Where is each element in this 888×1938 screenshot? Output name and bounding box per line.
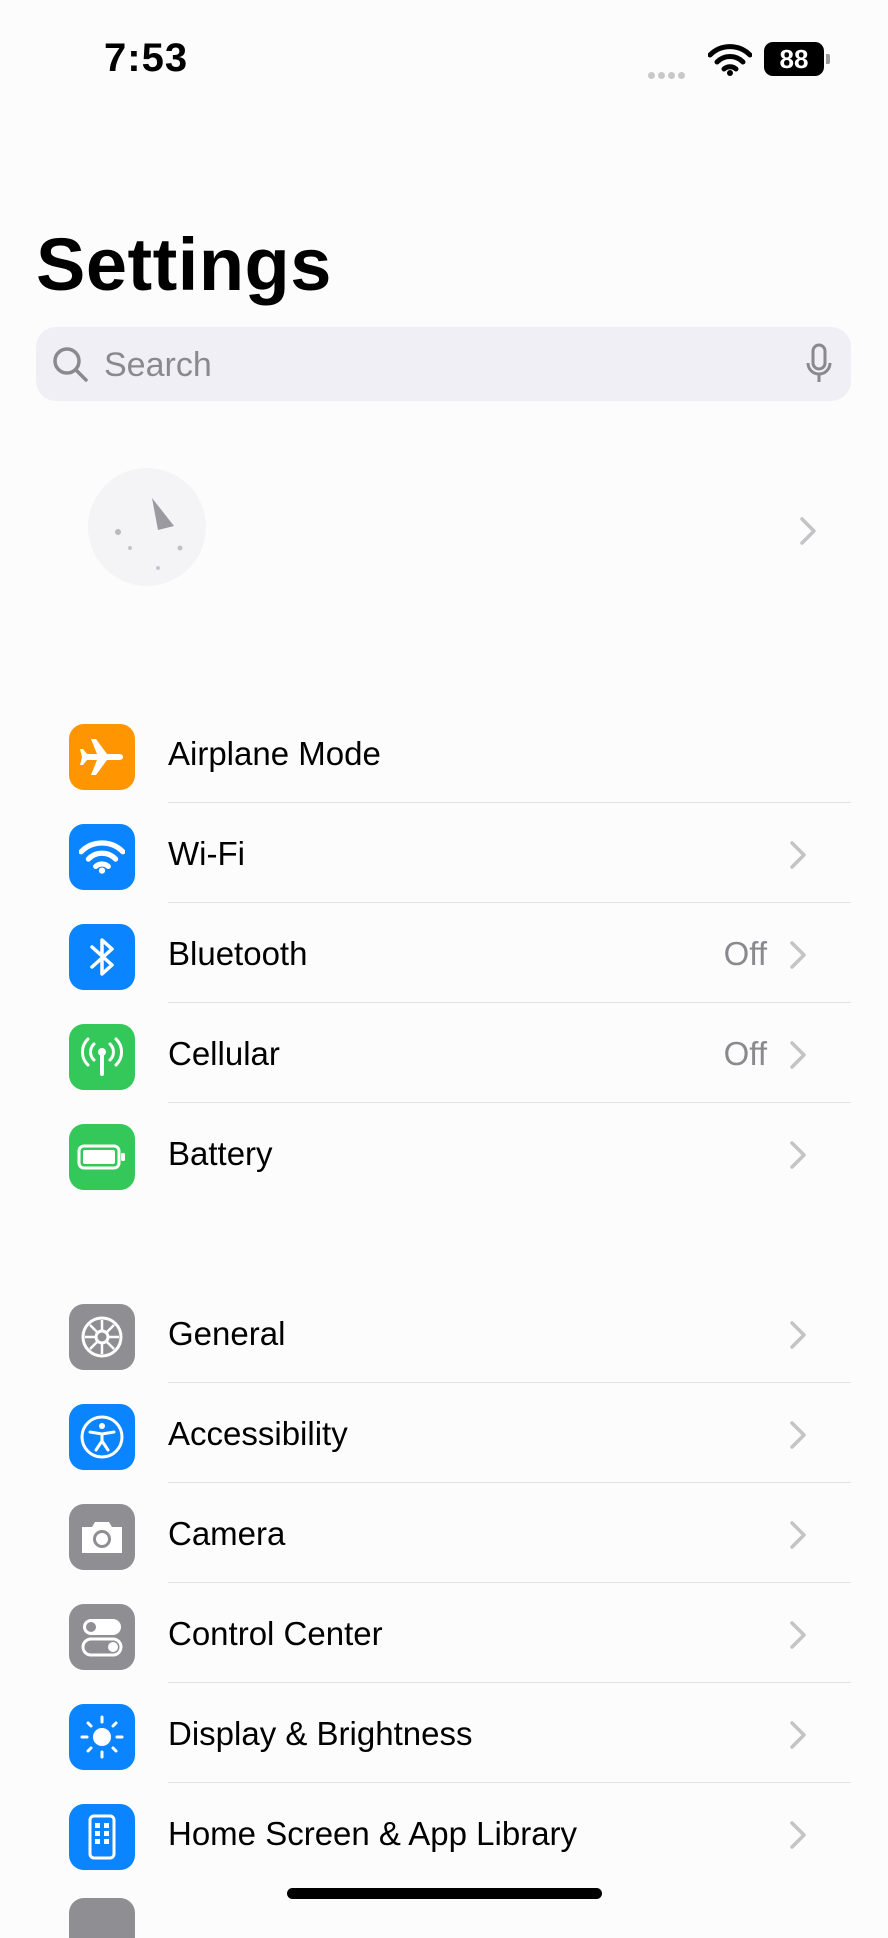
row-label: General	[168, 1315, 286, 1352]
accessibility-icon	[69, 1404, 135, 1470]
chevron-right-icon	[790, 1321, 806, 1349]
partial-row-icon	[69, 1898, 135, 1938]
row-value: Off	[723, 1035, 767, 1072]
chevron-right-icon	[790, 1141, 806, 1169]
home-indicator[interactable]	[287, 1888, 602, 1899]
page-title: Settings	[36, 223, 332, 306]
row-label: Cellular	[168, 1035, 280, 1072]
connectivity-group: Airplane Mode Wi-Fi Bluetooth Off Cellul…	[36, 703, 851, 1203]
toggles-icon	[69, 1604, 135, 1670]
chevron-right-icon	[790, 1521, 806, 1549]
row-label: Battery	[168, 1135, 273, 1172]
chevron-right-icon	[790, 1421, 806, 1449]
account-subtitle	[292, 538, 652, 564]
row-accessibility[interactable]: Accessibility	[36, 1383, 851, 1483]
status-time: 7:53	[104, 36, 189, 80]
row-label: Home Screen & App Library	[168, 1815, 578, 1852]
chevron-right-icon	[790, 1721, 806, 1749]
antenna-icon	[69, 1024, 135, 1090]
search-icon	[53, 347, 88, 382]
row-battery[interactable]: Battery	[36, 1103, 851, 1203]
row-value: Off	[723, 935, 767, 972]
gear-icon	[69, 1304, 135, 1370]
row-general[interactable]: General	[36, 1283, 851, 1383]
airplane-icon	[69, 724, 135, 790]
row-display-brightness[interactable]: Display & Brightness	[36, 1683, 851, 1783]
wifi-icon	[69, 824, 135, 890]
bluetooth-icon	[69, 924, 135, 990]
row-label: Control Center	[168, 1615, 383, 1652]
status-bar: 7:53 88	[0, 0, 888, 110]
search-input[interactable]	[102, 339, 756, 391]
row-wifi[interactable]: Wi-Fi	[36, 803, 851, 903]
row-label: Accessibility	[168, 1415, 348, 1452]
battery-status-icon: 88	[764, 42, 830, 76]
camera-icon	[69, 1504, 135, 1570]
row-bluetooth[interactable]: Bluetooth Off	[36, 903, 851, 1003]
row-cellular[interactable]: Cellular Off	[36, 1003, 851, 1103]
row-home-screen[interactable]: Home Screen & App Library	[36, 1783, 851, 1883]
row-label: Display & Brightness	[168, 1715, 473, 1752]
wifi-status-icon	[708, 44, 752, 76]
avatar	[88, 468, 206, 586]
cellular-signal-icon	[648, 66, 692, 79]
row-camera[interactable]: Camera	[36, 1483, 851, 1583]
chevron-right-icon	[800, 517, 816, 545]
sun-icon	[69, 1704, 135, 1770]
row-label: Airplane Mode	[168, 735, 381, 772]
battery-level-text: 88	[764, 42, 824, 76]
chevron-right-icon	[790, 941, 806, 969]
apple-account-row[interactable]	[36, 450, 851, 610]
row-airplane-mode[interactable]: Airplane Mode	[36, 703, 851, 803]
system-group: General Accessibility Camera Control Cen…	[36, 1283, 851, 1883]
battery-icon	[69, 1124, 135, 1190]
home-screen-icon	[69, 1804, 135, 1870]
row-label: Bluetooth	[168, 935, 308, 972]
account-name	[292, 488, 652, 518]
chevron-right-icon	[790, 841, 806, 869]
row-label: Camera	[168, 1515, 286, 1552]
chevron-right-icon	[790, 1821, 806, 1849]
microphone-icon[interactable]	[805, 343, 833, 385]
search-bar[interactable]	[36, 327, 851, 401]
row-control-center[interactable]: Control Center	[36, 1583, 851, 1683]
chevron-right-icon	[790, 1621, 806, 1649]
row-label: Wi-Fi	[168, 835, 245, 872]
chevron-right-icon	[790, 1041, 806, 1069]
